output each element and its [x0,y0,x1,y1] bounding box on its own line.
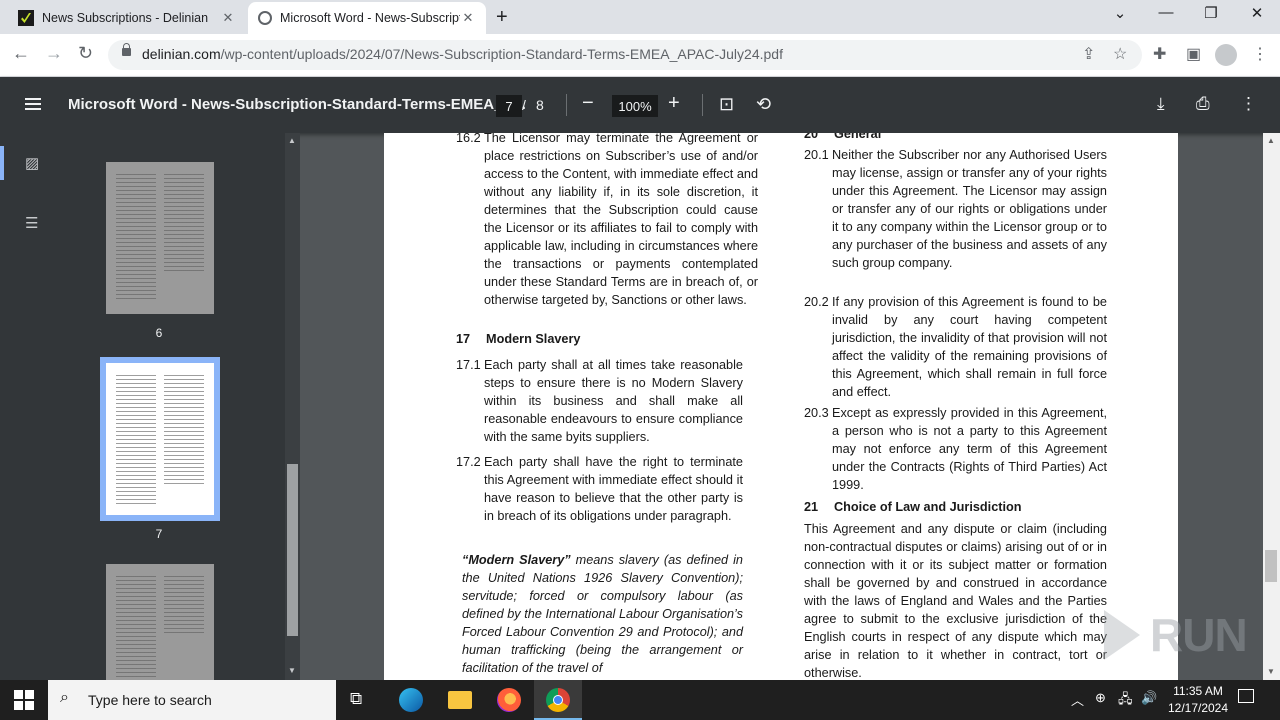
zoom-in-icon[interactable]: + [668,92,680,115]
clock-date: 12/17/2024 [1167,701,1229,715]
zoom-out-icon[interactable]: − [582,92,594,115]
lock-icon[interactable] [122,43,131,56]
forward-icon[interactable]: → [45,43,63,64]
rotate-icon[interactable]: ⟲ [756,94,771,115]
scroll-down-icon[interactable]: ▼ [1267,667,1275,676]
scroll-down-icon[interactable]: ▼ [288,666,296,675]
toolbar-divider [702,94,703,116]
task-view-icon[interactable]: ⧉ [350,689,362,709]
clause-text: Except as expressly provided in this Agr… [832,406,1107,492]
bookmark-star-icon[interactable]: ☆ [1113,44,1127,64]
sidebar-active-indicator [0,146,4,180]
watermark-play-icon [1104,610,1140,660]
file-explorer-icon[interactable] [448,691,472,709]
search-icon: ⌕ [60,689,69,706]
clause-text: If any provision of this Agreement is fo… [832,295,1107,399]
tray-app-icon[interactable]: ⊕ [1095,690,1106,706]
page-thumbnail-7[interactable] [106,363,214,515]
side-panel-icon[interactable]: ▣ [1186,44,1201,64]
url-domain: delinian.com [142,46,221,62]
restore-icon[interactable]: ❐ [1191,4,1231,22]
url-path: /wp-content/uploads/2024/07/News-Subscri… [220,46,783,62]
extensions-icon[interactable]: ✚ [1153,44,1166,64]
section-title: General [834,133,882,141]
minimize-icon[interactable]: — [1146,4,1186,21]
close-tab-icon[interactable]: ✕ [220,10,236,26]
close-tab-icon[interactable]: ✕ [460,10,476,26]
download-icon[interactable]: ⤓ [1157,94,1165,114]
section-title: Modern Slavery [486,332,581,346]
scroll-up-icon[interactable]: ▲ [288,136,296,145]
pdf-page: 16.2 The Licensor may terminate the Agre… [384,133,1178,680]
print-icon[interactable]: ⎙ [1196,94,1210,114]
thumbnail-label: 6 [155,326,163,340]
outline-icon[interactable]: ☰ [25,214,38,232]
clause-number: 17.1 [456,358,481,372]
scroll-up-icon[interactable]: ▲ [1267,136,1275,145]
sidebar-scroll-thumb[interactable] [287,464,298,636]
share-icon[interactable]: ⇪ [1082,44,1095,64]
page-separator: / [522,97,526,113]
clause-number: 17.2 [456,455,481,469]
tab-title: Microsoft Word - News-Subscription-Stand… [280,11,460,25]
page-thumbnail-6[interactable] [106,162,214,314]
more-icon[interactable]: ⋮ [1240,94,1257,114]
document-scroll-thumb[interactable] [1265,550,1277,582]
tab-search-icon[interactable]: ⌄ [1100,4,1140,22]
section-number: 20 [804,133,819,141]
close-window-icon[interactable]: ✕ [1237,4,1277,22]
clause-number: 20.2 [804,295,829,309]
new-tab-icon[interactable]: + [496,6,508,29]
section-text: This Agreement and any dispute or claim … [804,522,1107,680]
clause-number: 20.3 [804,406,829,420]
tab-title: News Subscriptions - Delinian [42,11,209,25]
back-icon[interactable]: ← [12,43,30,64]
definition-text: means slavery (as defined in the United … [462,553,743,675]
firefox-icon[interactable] [497,688,521,712]
clause-number: 16.2 [456,133,481,145]
profile-avatar[interactable] [1215,44,1237,66]
clause-text: Each party shall have the right to termi… [484,455,743,523]
windows-icon[interactable] [14,690,34,710]
clause-number: 20.1 [804,148,829,162]
edge-icon[interactable] [399,688,423,712]
tab-news-subscriptions[interactable]: News Subscriptions - Delinian ✕ [8,2,246,34]
toolbar-divider [566,94,567,116]
page-number-input[interactable] [496,95,522,117]
search-placeholder: Type here to search [88,692,212,708]
document-scrollbar[interactable] [1263,133,1280,680]
definition-paragraph: “Modern Slavery” means slavery (as defin… [462,551,743,677]
fit-page-icon[interactable]: ⊡ [719,94,734,115]
thumbnails-icon[interactable]: ▨ [25,154,39,172]
clock-time: 11:35 AM [1173,684,1223,698]
definition-term: “Modern Slavery” [462,553,571,567]
globe-favicon-icon [258,11,272,25]
notifications-icon[interactable] [1238,689,1254,703]
taskbar-clock[interactable]: 11:35 AM 12/17/2024 [1162,683,1234,717]
tab-pdf-document[interactable]: Microsoft Word - News-Subscription-Stand… [248,2,486,34]
volume-icon[interactable]: 🔊 [1141,690,1157,706]
clause-text: The Licensor may terminate the Agreement… [484,133,758,307]
section-number: 17 [456,332,471,346]
menu-icon[interactable] [25,98,41,110]
page-thumbnail-8[interactable] [106,564,214,680]
section-title: Choice of Law and Jurisdiction [834,500,1022,514]
thumbnail-label: 7 [155,527,163,541]
url-text[interactable]: delinian.com/wp-content/uploads/2024/07/… [142,46,783,62]
reload-icon[interactable]: ↻ [78,43,93,64]
document-title: Microsoft Word - News-Subscription-Stand… [68,96,526,113]
network-icon[interactable]: 🖧 [1118,690,1133,712]
chrome-menu-icon[interactable]: ⋮ [1252,44,1268,64]
zoom-input[interactable] [612,95,658,117]
tray-chevron-icon[interactable]: ︿ [1071,690,1084,709]
clause-text: Neither the Subscriber nor any Authorise… [832,148,1107,270]
section-number: 21 [804,500,819,514]
watermark-text: RUN [1150,609,1248,661]
delinian-favicon-icon [18,10,34,26]
page-total: 8 [536,97,544,113]
chrome-icon [546,688,570,712]
clause-text: Each party shall at all times take reaso… [484,358,743,444]
